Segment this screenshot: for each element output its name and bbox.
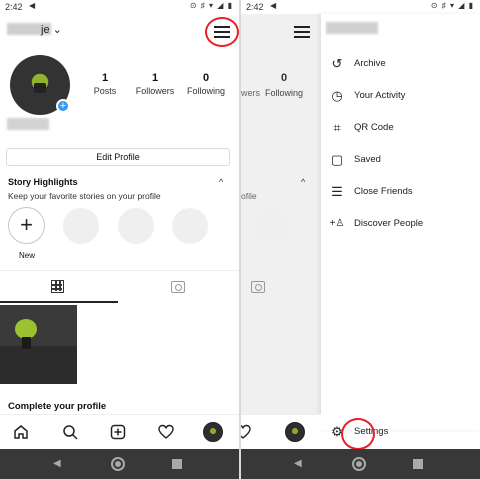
status-time: 2:42 [5,2,23,12]
status-icons: ⊙ ♯ ▾ ◢ ▮ [430,1,474,10]
tagged-tab-icon[interactable] [171,281,185,293]
profile-screen: 2:42 ◀ ⊙ ♯ ▾ ◢ ▮ je ⌄ + 1 Posts 1 Follow… [0,0,239,479]
stat-followers[interactable]: 1 Followers [133,72,177,96]
menu-item-your-activity[interactable]: ◷ Your Activity [329,88,479,104]
stat-posts-count: 1 [101,72,109,84]
search-icon[interactable] [62,424,78,440]
edit-profile-button[interactable]: Edit Profile [6,148,230,166]
menu-item-discover-people[interactable]: +♙ Discover People [329,216,479,232]
status-arrow-icon: ◀ [270,1,277,10]
stat-posts-label: Posts [93,86,117,96]
complete-profile-heading: Complete your profile [8,401,107,412]
profile-tab-avatar[interactable] [203,422,223,442]
highlight-placeholder [253,208,289,244]
recents-icon[interactable] [413,459,423,469]
menu-item-qr-code[interactable]: ⌗ QR Code [329,120,479,136]
menu-icon[interactable] [294,26,310,38]
followers-label-partial: wers [241,88,261,98]
new-post-icon[interactable] [110,424,126,440]
subtitle-partial: ofile [241,191,257,201]
highlight-ring-menu [205,17,239,47]
post-thumbnail[interactable] [0,305,77,384]
android-nav-bar: ◀ [0,449,239,479]
menu-item-label: QR Code [354,122,394,133]
home-icon[interactable] [13,424,29,440]
archive-icon: ↺ [331,56,343,71]
status-bar: 2:42 ◀ ⊙ ♯ ▾ ◢ ▮ [241,0,480,14]
highlight-placeholder [172,208,208,244]
heart-icon [241,424,251,439]
menu-open-screen: 2:42 ◀ ⊙ ♯ ▾ ◢ ▮ wers 0 Following ^ ofil… [241,0,480,479]
grid-tab-icon[interactable] [51,280,64,293]
story-highlights-title: Story Highlights [8,177,78,187]
menu-item-label: Discover People [354,218,424,229]
bottom-tab-bar [0,414,239,449]
highlight-placeholder [63,208,99,244]
list-icon: ☰ [331,184,343,199]
menu-item-label: Your Activity [354,90,406,101]
active-tab-indicator [0,301,118,303]
stat-posts[interactable]: 1 Posts [90,72,120,96]
collapse-caret-icon[interactable]: ^ [219,177,223,187]
tab-divider [0,270,239,271]
bookmark-icon: ▢ [330,152,344,167]
back-icon[interactable]: ◀ [53,457,61,471]
stat-followers-count: 1 [151,72,159,84]
home-circle-icon[interactable] [111,457,125,471]
add-person-icon: +♙ [329,218,345,229]
stat-followers-label: Followers [135,86,175,96]
menu-item-close-friends[interactable]: ☰ Close Friends [329,184,479,200]
display-name-redacted [7,118,49,130]
side-menu-drawer: ↺ Archive ◷ Your Activity ⌗ QR Code ▢ Sa… [321,14,480,439]
status-arrow-icon: ◀ [29,1,36,10]
status-bar: 2:42 ◀ ⊙ ♯ ▾ ◢ ▮ [0,0,239,14]
status-icons: ⊙ ♯ ▾ ◢ ▮ [189,1,233,10]
menu-item-archive[interactable]: ↺ Archive [329,56,479,72]
username-redacted [326,22,378,34]
menu-item-label: Close Friends [354,186,413,197]
add-story-icon[interactable]: + [56,99,70,113]
collapse-caret-icon: ^ [301,177,306,187]
menu-item-label: Saved [354,154,381,165]
new-highlight-button[interactable]: + [8,207,45,244]
tagged-tab-icon [251,281,265,293]
qr-code-icon: ⌗ [333,120,341,135]
following-count: 0 [281,72,288,84]
profile-tab-avatar [285,422,305,442]
stat-following-count: 0 [202,72,210,84]
story-highlights-subtitle: Keep your favorite stories on your profi… [8,191,161,201]
stat-following-label: Following [186,86,226,96]
status-time: 2:42 [246,2,264,12]
android-nav-bar: ◀ [241,449,480,479]
following-label: Following [265,88,304,98]
menu-item-label: Archive [354,58,386,69]
heart-icon[interactable] [158,424,174,440]
highlight-placeholder [118,208,154,244]
recents-icon[interactable] [172,459,182,469]
home-circle-icon[interactable] [352,457,366,471]
menu-item-saved[interactable]: ▢ Saved [329,152,479,168]
username-dropdown[interactable]: je ⌄ [41,23,62,36]
highlight-ring-settings [341,418,375,450]
new-highlight-label: New [19,251,36,260]
stat-following[interactable]: 0 Following [184,72,228,96]
activity-clock-icon: ◷ [331,88,343,103]
back-icon[interactable]: ◀ [294,457,302,471]
bottom-tab-bar [241,414,321,449]
